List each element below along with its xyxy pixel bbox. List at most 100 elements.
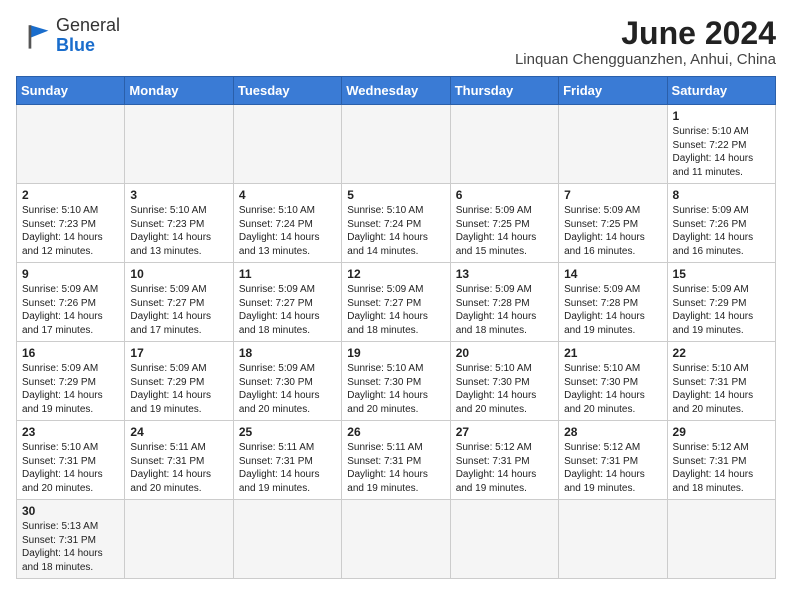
day-cell [233,105,341,184]
day-number: 2 [22,188,119,202]
day-cell: 20 Sunrise: 5:10 AMSunset: 7:30 PMDayligh… [450,342,558,421]
day-number: 12 [347,267,444,281]
day-number: 18 [239,346,336,360]
day-info: Sunrise: 5:09 AMSunset: 7:26 PMDaylight:… [673,204,770,258]
day-number: 16 [22,346,119,360]
day-info: Sunrise: 5:09 AMSunset: 7:28 PMDaylight:… [564,283,661,337]
day-cell: 10Sunrise: 5:09 AMSunset: 7:27 PMDayligh… [125,263,233,342]
day-cell: 23 Sunrise: 5:10 AMSunset: 7:31 PMDayligh… [17,421,125,500]
page: General Blue June 2024 Linquan Chengguan… [0,0,792,595]
day-cell: 6Sunrise: 5:09 AMSunset: 7:25 PMDaylight… [450,184,558,263]
week-row-3: 9Sunrise: 5:09 AMSunset: 7:26 PMDaylight… [17,263,776,342]
week-row-2: 2 Sunrise: 5:10 AMSunset: 7:23 PMDaylight… [17,184,776,263]
day-number: 7 [564,188,661,202]
day-cell [17,105,125,184]
weekday-header-saturday: Saturday [667,77,775,105]
day-cell: 14 Sunrise: 5:09 AMSunset: 7:28 PMDayligh… [559,263,667,342]
day-cell [233,500,341,579]
day-number: 4 [239,188,336,202]
day-cell [450,500,558,579]
weekday-header-monday: Monday [125,77,233,105]
title-area: June 2024 Linquan Chengguanzhen, Anhui, … [515,16,776,68]
day-cell: 26 Sunrise: 5:11 AMSunset: 7:31 PMDayligh… [342,421,450,500]
day-number: 5 [347,188,444,202]
weekday-header-tuesday: Tuesday [233,77,341,105]
week-row-5: 23 Sunrise: 5:10 AMSunset: 7:31 PMDayligh… [17,421,776,500]
day-info: Sunrise: 5:09 AMSunset: 7:25 PMDaylight:… [564,204,661,258]
day-number: 8 [673,188,770,202]
day-number: 22 [673,346,770,360]
day-cell: 27 Sunrise: 5:12 AMSunset: 7:31 PMDayligh… [450,421,558,500]
logo: General Blue [16,16,120,56]
day-number: 26 [347,425,444,439]
day-cell: 25 Sunrise: 5:11 AMSunset: 7:31 PMDayligh… [233,421,341,500]
day-info: Sunrise: 5:10 AMSunset: 7:31 PMDaylight:… [673,362,770,416]
calendar-body: 1Sunrise: 5:10 AMSunset: 7:22 PMDaylight… [17,105,776,579]
day-info: Sunrise: 5:10 AMSunset: 7:31 PMDaylight:… [22,441,119,495]
day-info: Sunrise: 5:10 AMSunset: 7:24 PMDaylight:… [239,204,336,258]
location: Linquan Chengguanzhen, Anhui, China [515,51,776,68]
day-cell [450,105,558,184]
day-cell [342,105,450,184]
day-number: 25 [239,425,336,439]
day-cell: 30 Sunrise: 5:13 AMSunset: 7:31 PMDayligh… [17,500,125,579]
logo-blue: Blue [56,35,95,55]
day-cell: 22 Sunrise: 5:10 AMSunset: 7:31 PMDayligh… [667,342,775,421]
day-number: 23 [22,425,119,439]
day-info: Sunrise: 5:10 AMSunset: 7:24 PMDaylight:… [347,204,444,258]
day-cell: 21 Sunrise: 5:10 AMSunset: 7:30 PMDayligh… [559,342,667,421]
day-cell [667,500,775,579]
day-cell [125,105,233,184]
day-info: Sunrise: 5:09 AMSunset: 7:26 PMDaylight:… [22,283,119,337]
day-cell: 8 Sunrise: 5:09 AMSunset: 7:26 PMDaylight… [667,184,775,263]
day-number: 27 [456,425,553,439]
day-number: 21 [564,346,661,360]
day-cell: 16 Sunrise: 5:09 AMSunset: 7:29 PMDayligh… [17,342,125,421]
day-number: 28 [564,425,661,439]
day-number: 17 [130,346,227,360]
day-info: Sunrise: 5:12 AMSunset: 7:31 PMDaylight:… [456,441,553,495]
day-number: 14 [564,267,661,281]
weekday-row: SundayMondayTuesdayWednesdayThursdayFrid… [17,77,776,105]
day-info: Sunrise: 5:09 AMSunset: 7:30 PMDaylight:… [239,362,336,416]
day-cell: 19Sunrise: 5:10 AMSunset: 7:30 PMDayligh… [342,342,450,421]
day-cell: 7 Sunrise: 5:09 AMSunset: 7:25 PMDaylight… [559,184,667,263]
day-cell: 12 Sunrise: 5:09 AMSunset: 7:27 PMDayligh… [342,263,450,342]
day-number: 20 [456,346,553,360]
day-info: Sunrise: 5:09 AMSunset: 7:25 PMDaylight:… [456,204,553,258]
day-cell [559,500,667,579]
day-info: Sunrise: 5:09 AMSunset: 7:29 PMDaylight:… [130,362,227,416]
day-info: Sunrise: 5:10 AMSunset: 7:23 PMDaylight:… [130,204,227,258]
day-number: 13 [456,267,553,281]
day-cell: 15Sunrise: 5:09 AMSunset: 7:29 PMDayligh… [667,263,775,342]
day-number: 3 [130,188,227,202]
day-cell: 2Sunrise: 5:10 AMSunset: 7:23 PMDaylight… [17,184,125,263]
day-number: 30 [22,504,119,518]
day-info: Sunrise: 5:09 AMSunset: 7:27 PMDaylight:… [347,283,444,337]
header: General Blue June 2024 Linquan Chengguan… [16,16,776,68]
day-cell: 1Sunrise: 5:10 AMSunset: 7:22 PMDaylight… [667,105,775,184]
day-info: Sunrise: 5:10 AMSunset: 7:30 PMDaylight:… [564,362,661,416]
day-number: 19 [347,346,444,360]
day-cell [125,500,233,579]
day-info: Sunrise: 5:09 AMSunset: 7:29 PMDaylight:… [22,362,119,416]
day-cell [559,105,667,184]
day-info: Sunrise: 5:11 AMSunset: 7:31 PMDaylight:… [239,441,336,495]
day-cell: 18 Sunrise: 5:09 AMSunset: 7:30 PMDayligh… [233,342,341,421]
weekday-header-friday: Friday [559,77,667,105]
week-row-4: 16 Sunrise: 5:09 AMSunset: 7:29 PMDayligh… [17,342,776,421]
calendar: SundayMondayTuesdayWednesdayThursdayFrid… [16,76,776,579]
day-info: Sunrise: 5:11 AMSunset: 7:31 PMDaylight:… [347,441,444,495]
day-info: Sunrise: 5:10 AMSunset: 7:30 PMDaylight:… [456,362,553,416]
day-info: Sunrise: 5:13 AMSunset: 7:31 PMDaylight:… [22,520,119,574]
day-number: 11 [239,267,336,281]
calendar-header: SundayMondayTuesdayWednesdayThursdayFrid… [17,77,776,105]
weekday-header-wednesday: Wednesday [342,77,450,105]
day-cell: 3 Sunrise: 5:10 AMSunset: 7:23 PMDaylight… [125,184,233,263]
logo-icon [16,18,52,54]
day-info: Sunrise: 5:12 AMSunset: 7:31 PMDaylight:… [673,441,770,495]
day-cell: 28Sunrise: 5:12 AMSunset: 7:31 PMDayligh… [559,421,667,500]
day-info: Sunrise: 5:09 AMSunset: 7:29 PMDaylight:… [673,283,770,337]
logo-general: General [56,15,120,35]
day-number: 29 [673,425,770,439]
